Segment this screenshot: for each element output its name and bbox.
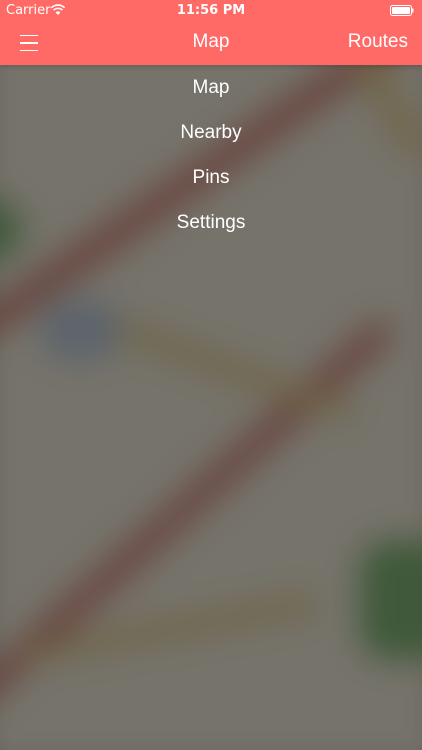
header: Carrier 11:56 PM Map Routes [0,0,422,65]
routes-button[interactable]: Routes [348,31,408,53]
menu-item-settings[interactable]: Settings [0,200,422,245]
battery-icon [390,5,414,16]
nav-bar: Map Routes [0,22,422,65]
side-menu: Map Nearby Pins Settings [0,65,422,245]
clock: 11:56 PM [176,3,246,18]
app-screen: Carrier 11:56 PM Map Routes Map Nearby P… [0,0,422,750]
status-bar: Carrier 11:56 PM [0,0,422,22]
menu-item-map[interactable]: Map [0,65,422,110]
menu-item-nearby[interactable]: Nearby [0,110,422,155]
menu-item-pins[interactable]: Pins [0,155,422,200]
